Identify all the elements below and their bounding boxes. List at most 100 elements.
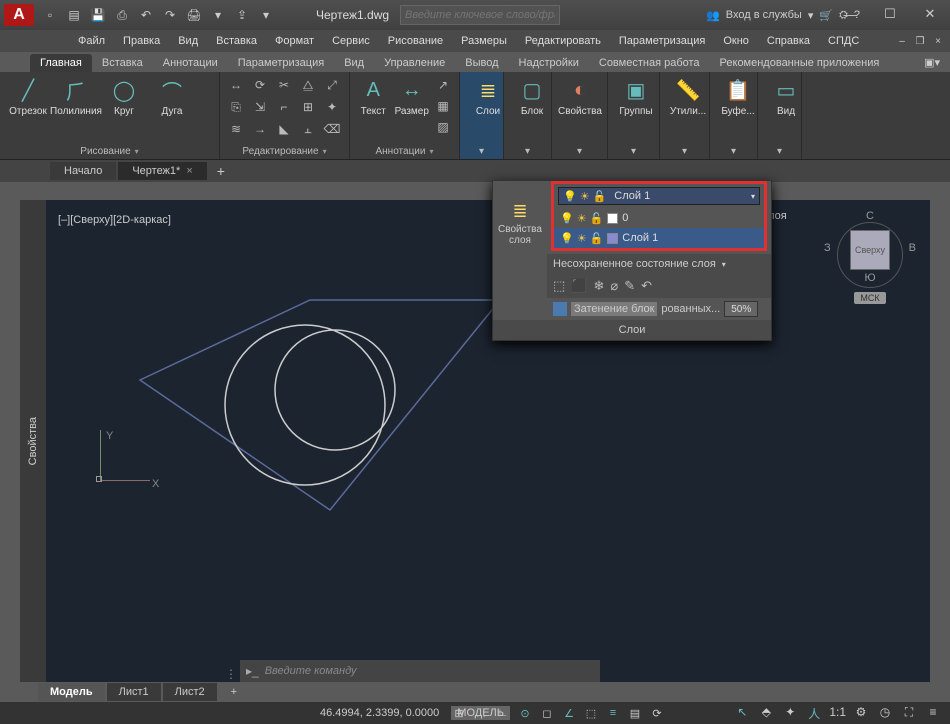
tab-sheet1[interactable]: Лист1 bbox=[107, 683, 161, 701]
layer-prev-icon[interactable]: ↶ bbox=[641, 278, 652, 294]
tool-view[interactable]: ▭Вид bbox=[764, 76, 808, 117]
layer-color-swatch[interactable] bbox=[607, 213, 618, 224]
sb-gear-icon[interactable]: ⚙ bbox=[852, 705, 870, 722]
user-icon[interactable]: 👥 bbox=[706, 9, 720, 22]
tool-text[interactable]: AТекст bbox=[356, 76, 391, 136]
menu-modify[interactable]: Редактировать bbox=[517, 33, 609, 49]
tab-addins[interactable]: Надстройки bbox=[509, 54, 589, 72]
open-icon[interactable]: ▤ bbox=[64, 5, 84, 25]
layer-panel-footer[interactable]: Слои bbox=[493, 320, 771, 340]
chamfer-icon[interactable]: ◣ bbox=[274, 120, 294, 138]
tool-dimension[interactable]: ↔Размер bbox=[395, 76, 430, 136]
layer-off-icon[interactable]: ⌀ bbox=[610, 278, 618, 294]
osnap-icon[interactable]: ◻ bbox=[538, 704, 556, 722]
sb-cursor-icon[interactable]: ↖ bbox=[733, 705, 751, 722]
undo-icon[interactable]: ↶ bbox=[136, 5, 156, 25]
layer-freeze-icon[interactable]: ☀ bbox=[577, 212, 587, 225]
tab-home[interactable]: Главная bbox=[30, 54, 92, 72]
tab-manage[interactable]: Управление bbox=[374, 54, 455, 72]
tab-parametric[interactable]: Параметризация bbox=[228, 54, 334, 72]
qat-more-icon[interactable]: ▾ bbox=[208, 5, 228, 25]
filetab-close-icon[interactable]: × bbox=[186, 165, 192, 177]
tool-polyline[interactable]: ⺁Полилиния bbox=[54, 76, 98, 117]
panel-title-block[interactable]: ▾ bbox=[510, 144, 545, 159]
saveas-icon[interactable]: ⎙ bbox=[112, 5, 132, 25]
explode-icon[interactable]: ✦ bbox=[322, 98, 342, 116]
ortho-icon[interactable]: ∟ bbox=[494, 704, 512, 722]
panel-title-view[interactable]: ▾ bbox=[764, 144, 795, 159]
sb-fullscreen-icon[interactable]: ⛶ bbox=[900, 705, 918, 722]
offset-icon[interactable]: ≋ bbox=[226, 120, 246, 138]
layer-uniso-icon[interactable]: ⬛ bbox=[571, 278, 587, 294]
layer-row-1[interactable]: 💡☀🔓 Слой 1 bbox=[554, 228, 764, 248]
panel-title-util[interactable]: ▾ bbox=[666, 144, 703, 159]
polar-icon[interactable]: ⊙ bbox=[516, 704, 534, 722]
panel-title-clip[interactable]: ▾ bbox=[716, 144, 751, 159]
hatch-icon[interactable]: ▨ bbox=[433, 118, 453, 136]
layer-freeze-icon[interactable]: ☀ bbox=[580, 190, 590, 203]
mdi-restore-icon[interactable]: ❐ bbox=[912, 34, 928, 48]
menu-view[interactable]: Вид bbox=[170, 33, 206, 49]
menu-dimension[interactable]: Размеры bbox=[453, 33, 515, 49]
app-logo[interactable]: A bbox=[4, 4, 34, 26]
sb-scale[interactable]: 1:1 bbox=[829, 705, 846, 722]
panel-title-modify[interactable]: Редактирование bbox=[226, 144, 343, 159]
qat-arrow-icon[interactable]: ▾ bbox=[256, 5, 276, 25]
tool-properties[interactable]: ◐Свойства bbox=[558, 76, 602, 117]
viewcube-e[interactable]: В bbox=[909, 242, 916, 254]
tab-model[interactable]: Модель bbox=[38, 683, 105, 701]
panel-title-properties[interactable]: ▾ bbox=[558, 144, 601, 159]
tab-view[interactable]: Вид bbox=[334, 54, 374, 72]
signin-arrow-icon[interactable]: ▾ bbox=[808, 9, 814, 22]
scale-icon[interactable]: ⤢ bbox=[322, 76, 342, 94]
filetab-add-icon[interactable]: + bbox=[209, 163, 233, 179]
layer-color-swatch[interactable] bbox=[607, 233, 618, 244]
new-icon[interactable]: ▫ bbox=[40, 5, 60, 25]
tool-arc[interactable]: ⌒Дуга bbox=[150, 76, 194, 117]
menu-help[interactable]: Справка bbox=[759, 33, 818, 49]
lineweight-icon[interactable]: ≡ bbox=[604, 704, 622, 722]
leader-icon[interactable]: ↗ bbox=[433, 76, 453, 94]
status-coords[interactable]: 46.4994, 2.3399, 0.0000 bbox=[320, 707, 439, 719]
menu-window[interactable]: Окно bbox=[715, 33, 757, 49]
command-line[interactable]: ▸_ Введите команду bbox=[240, 660, 600, 682]
filetab-current[interactable]: Чертеж1*× bbox=[118, 162, 206, 180]
sb-iso-icon[interactable]: ⬘ bbox=[757, 705, 775, 722]
mdi-minimize-icon[interactable]: – bbox=[894, 34, 910, 48]
layer-properties-button[interactable]: ≣ Свойства слоя bbox=[493, 181, 547, 320]
layer-on-icon[interactable]: 💡 bbox=[560, 232, 574, 245]
tool-groups[interactable]: ▣Группы bbox=[614, 76, 658, 117]
copy-icon[interactable]: ⎘ bbox=[226, 98, 246, 116]
tab-insert[interactable]: Вставка bbox=[92, 54, 153, 72]
panel-title-annot[interactable]: Аннотации bbox=[356, 144, 453, 159]
menu-spds[interactable]: СПДС bbox=[820, 33, 867, 49]
track-icon[interactable]: ∠ bbox=[560, 704, 578, 722]
layer-iso-icon[interactable]: ⬚ bbox=[553, 278, 565, 294]
current-layer-combo[interactable]: 💡☀🔓 Слой 1 ▾ bbox=[558, 187, 760, 205]
mirror-icon[interactable]: ⧋ bbox=[298, 76, 318, 94]
transparency-icon[interactable]: ▤ bbox=[626, 704, 644, 722]
close-button[interactable]: ✕ bbox=[910, 0, 950, 28]
tab-expand-icon[interactable]: ▣▾ bbox=[914, 53, 950, 72]
search-input[interactable] bbox=[400, 5, 560, 25]
block-swatch-icon[interactable] bbox=[553, 302, 567, 316]
array-icon[interactable]: ⊞ bbox=[298, 98, 318, 116]
menu-parametric[interactable]: Параметризация bbox=[611, 33, 713, 49]
snap-icon[interactable]: ⸬ bbox=[472, 704, 490, 722]
layer-lock-icon[interactable]: 🔓 bbox=[590, 232, 604, 245]
tab-output[interactable]: Вывод bbox=[455, 54, 508, 72]
viewcube-w[interactable]: З bbox=[824, 242, 831, 254]
erase-icon[interactable]: ⌫ bbox=[322, 120, 342, 138]
save-icon[interactable]: 💾 bbox=[88, 5, 108, 25]
layer-freeze-icon[interactable]: ☀ bbox=[577, 232, 587, 245]
menu-file[interactable]: Файл bbox=[70, 33, 113, 49]
viewcube-compass[interactable] bbox=[837, 222, 903, 288]
sb-customize-icon[interactable]: ≡ bbox=[924, 705, 942, 722]
viewcube-n[interactable]: С bbox=[866, 210, 874, 222]
trim-icon[interactable]: ✂ bbox=[274, 76, 294, 94]
layer-lock-icon[interactable]: 🔓 bbox=[593, 190, 607, 203]
sb-annoscale-icon[interactable]: 人 bbox=[805, 705, 823, 722]
menu-service[interactable]: Сервис bbox=[324, 33, 378, 49]
menu-format[interactable]: Формат bbox=[267, 33, 322, 49]
tab-featured[interactable]: Рекомендованные приложения bbox=[710, 54, 890, 72]
